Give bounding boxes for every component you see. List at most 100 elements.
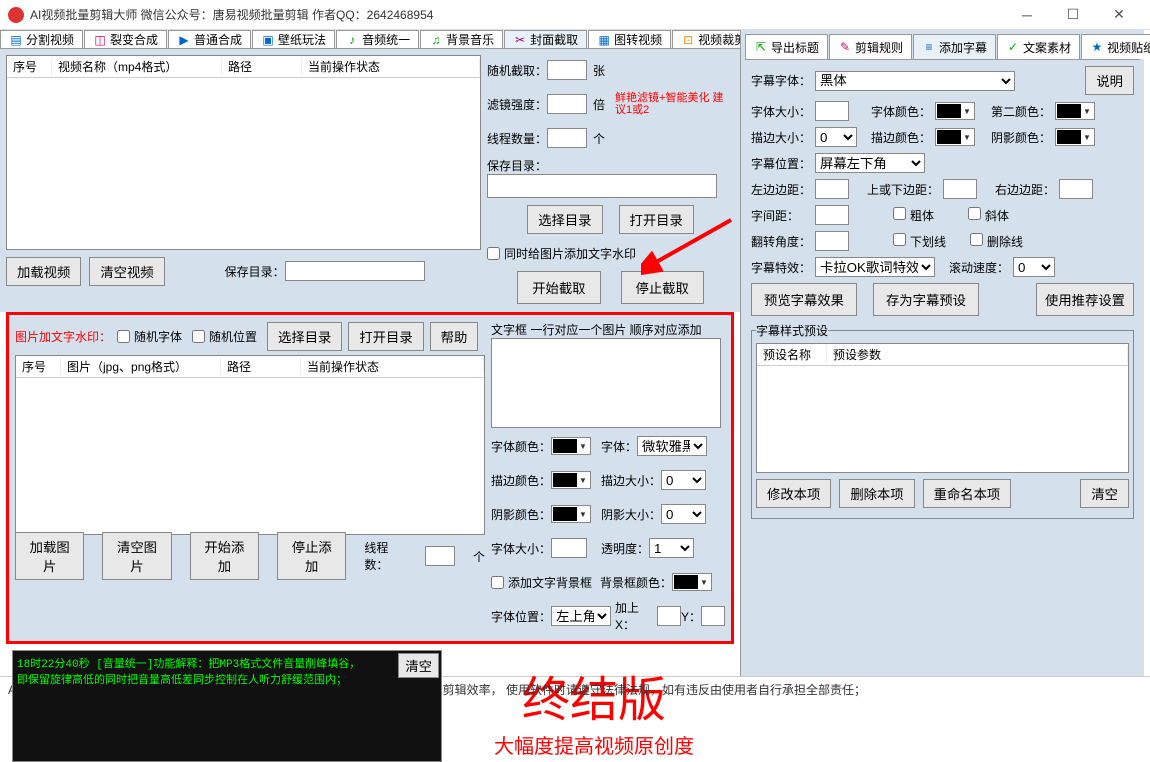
opacity-select[interactable]: 1 [649,538,694,558]
stop-add-button[interactable]: 停止添加 [277,532,346,580]
watermark-checkbox[interactable] [487,247,500,260]
stroke-size-select[interactable]: 0 [661,470,706,490]
save-dir-label: 保存目录： [225,263,285,280]
wm-help-button[interactable]: 帮助 [430,322,479,351]
use-preset-button[interactable]: 使用推荐设置 [1036,283,1134,316]
tab-wallpaper[interactable]: ▣壁纸玩法 [252,30,335,48]
bgframe-checkbox[interactable] [491,576,504,589]
left-margin-input[interactable] [815,179,849,199]
sub-pos-select[interactable]: 屏幕左下角 [815,153,925,173]
add-y-input[interactable] [701,606,725,626]
preset-table: 预设名称预设参数 [756,343,1129,473]
wm-open-button[interactable]: 打开目录 [348,322,423,351]
threads-label: 线程数量： [487,130,547,147]
tab-fission[interactable]: ◫裂变合成 [84,30,167,48]
sub-stroke-color[interactable]: ▼ [935,128,975,146]
tab-img2vid[interactable]: ▦图转视频 [588,30,671,48]
export-icon: ⇱ [754,40,768,54]
clear-video-button[interactable]: 清空视频 [89,257,164,286]
cover-save-input[interactable] [487,174,717,198]
img2vid-icon: ▦ [597,33,611,47]
preview-button[interactable]: 预览字幕效果 [751,283,857,316]
stop-cut-button[interactable]: 停止截取 [621,271,704,304]
random-font-checkbox[interactable] [117,330,130,343]
video-table: 序号 视频名称（mp4格式） 路径 当前操作状态 [6,55,481,250]
start-add-button[interactable]: 开始添加 [190,532,259,580]
stroke-color-picker[interactable]: ▼ [551,471,591,489]
tab-export[interactable]: ⇱导出标题 [745,34,828,59]
strike-checkbox[interactable] [970,233,983,246]
random-pos-checkbox[interactable] [192,330,205,343]
scroll-speed-select[interactable]: 0 [1013,257,1055,277]
tab-split[interactable]: ▤分割视频 [0,30,83,48]
tab-audio[interactable]: ♪音频统一 [336,30,419,48]
sub-font-select[interactable]: 黑体 [815,71,1015,91]
add-x-input[interactable] [657,606,681,626]
filter-label: 滤镜强度： [487,96,547,113]
right-margin-input[interactable] [1059,179,1093,199]
random-cut-label: 随机截取： [487,62,547,79]
del-preset-button[interactable]: 删除本项 [839,479,914,508]
font-select[interactable]: 微软雅黑 [637,436,707,456]
font-size-input[interactable] [551,538,587,558]
start-cut-button[interactable]: 开始截取 [517,271,600,304]
top-margin-input[interactable] [943,179,977,199]
tab-cover[interactable]: ✂封面截取 [504,30,587,48]
wm-title: 图片加文字水印： [15,328,111,345]
sub-size-input[interactable] [815,101,849,121]
log-clear-button[interactable]: 清空 [398,653,439,678]
subtitle-icon: ≡ [922,40,936,54]
threads-input[interactable] [547,128,587,148]
italic-checkbox[interactable] [968,207,981,220]
save-preset-button[interactable]: 存为字幕预设 [873,283,979,316]
mod-preset-button[interactable]: 修改本项 [756,479,831,508]
sub-color2-picker[interactable]: ▼ [1055,102,1095,120]
effect-select[interactable]: 卡拉OK歌词特效 [815,257,935,277]
font-color-picker[interactable]: ▼ [551,437,591,455]
explain-button[interactable]: 说明 [1085,66,1134,95]
spacing-input[interactable] [815,205,849,225]
tab-subtitle[interactable]: ≡添加字幕 [913,34,996,59]
clear-preset-button[interactable]: 清空 [1080,479,1129,508]
sub-color-picker[interactable]: ▼ [935,102,975,120]
bold-checkbox[interactable] [893,207,906,220]
sub-shadow-color[interactable]: ▼ [1055,128,1095,146]
tab-synth[interactable]: ▶普通合成 [168,30,251,48]
th-status: 当前操作状态 [302,58,480,75]
font-pos-select[interactable]: 左上角 [551,606,611,626]
wm-choose-button[interactable]: 选择目录 [267,322,342,351]
choose-dir-button[interactable]: 选择目录 [527,205,602,234]
tab-sticker[interactable]: ★视频贴纸 [1081,34,1150,59]
shadow-color-picker[interactable]: ▼ [551,505,591,523]
material-icon: ✓ [1006,40,1020,54]
crop-icon: ⊡ [681,33,695,47]
tab-bgm[interactable]: ♫背景音乐 [420,30,503,48]
cover-icon: ✂ [513,33,527,47]
image-table: 序号 图片（jpg、png格式） 路径 当前操作状态 [15,355,485,535]
clear-image-button[interactable]: 清空图片 [102,532,171,580]
shadow-size-select[interactable]: 0 [661,504,706,524]
th-index: 序号 [7,58,52,75]
cover-save-label: 保存目录： [487,159,547,173]
textframe-input[interactable] [491,338,721,428]
close-button[interactable]: ✕ [1096,0,1142,30]
maximize-button[interactable]: ☐ [1050,0,1096,30]
fission-icon: ◫ [93,33,107,47]
minimize-button[interactable]: ─ [1004,0,1050,30]
tab-rules[interactable]: ✎剪辑规则 [829,34,912,59]
filter-input[interactable] [547,94,587,114]
wm-threads-input[interactable] [425,546,455,566]
rotate-input[interactable] [815,231,849,251]
music-icon: ♫ [429,33,443,47]
load-video-button[interactable]: 加载视频 [6,257,81,286]
tab-material[interactable]: ✓文案素材 [997,34,1080,59]
sub-stroke-select[interactable]: 0 [815,127,857,147]
load-image-button[interactable]: 加载图片 [15,532,84,580]
split-icon: ▤ [9,33,23,47]
rename-preset-button[interactable]: 重命名本项 [923,479,1012,508]
bg-color-picker[interactable]: ▼ [672,573,712,591]
textframe-title: 文字框 一行对应一个图片 顺序对应添加 [491,321,725,338]
random-cut-input[interactable] [547,60,587,80]
underline-checkbox[interactable] [893,233,906,246]
save-dir-input[interactable] [285,261,425,281]
